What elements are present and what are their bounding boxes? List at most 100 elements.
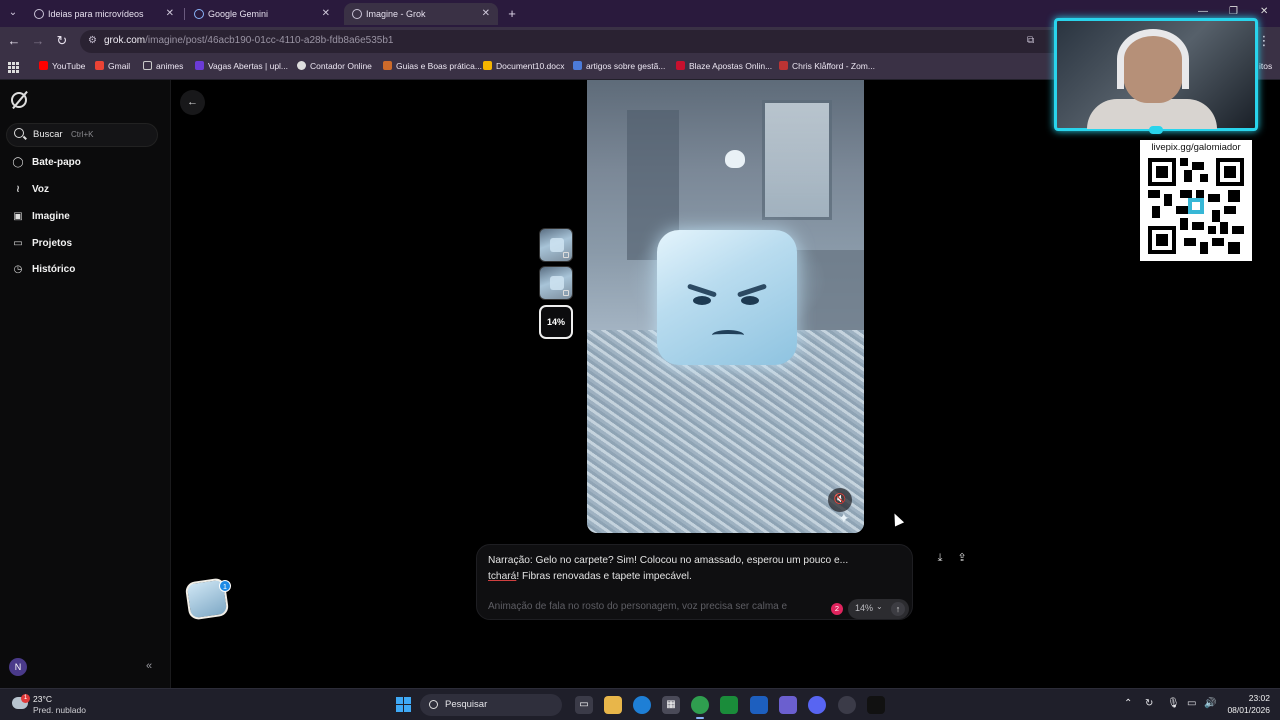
variant-thumbnail[interactable] [539, 266, 573, 300]
tab-search-chevron-icon[interactable]: ⌄ [4, 4, 22, 22]
sync-icon[interactable]: ↻ [1145, 698, 1153, 709]
weather-temperature[interactable]: 23°C [33, 694, 52, 704]
thumbnail-image [550, 238, 564, 252]
clock-time[interactable]: 23:02 [1240, 693, 1270, 703]
volume-icon[interactable]: 🔊 [1204, 698, 1216, 709]
qr-label: livepix.gg/galomiador [1151, 142, 1241, 153]
misspelled-word: tchará [488, 571, 517, 582]
globe-icon [34, 9, 44, 19]
bookmark-artigos[interactable]: artigos sobre gestã... [573, 61, 665, 71]
sidebar-item-label: Histórico [32, 264, 76, 275]
capcut-icon[interactable] [867, 696, 885, 714]
sidebar-search[interactable]: Buscar Ctrl+K [6, 123, 158, 147]
close-tab-icon[interactable]: ✕ [322, 3, 330, 25]
minimize-icon[interactable]: — [1198, 6, 1208, 17]
file-explorer-icon[interactable] [604, 696, 622, 714]
webcam-overlay [1054, 18, 1258, 134]
forward-arrow-icon[interactable]: → [30, 33, 46, 49]
windows-taskbar: 1 23°C Pred. nublado Pesquisar ▭ ▦ ⌃ ↻ 🎙… [0, 688, 1280, 720]
sidebar-item-label: Imagine [32, 211, 70, 222]
task-view-icon[interactable]: ▭ [575, 696, 593, 714]
gemini-icon [194, 9, 204, 19]
download-icon[interactable]: ⤓ [932, 550, 948, 566]
site-info-icon[interactable]: ⚙ [88, 35, 97, 46]
browser-menu-icon[interactable]: ⋮ [1256, 33, 1272, 49]
teams-icon[interactable] [779, 696, 797, 714]
qr-code-icon [1148, 158, 1244, 254]
bookmark-blaze[interactable]: Blaze Apostas Onlin... [676, 61, 772, 71]
store-icon[interactable]: ▦ [662, 696, 680, 714]
nvidia-icon[interactable] [720, 696, 738, 714]
bookmark-folder-animes[interactable]: animes [143, 61, 183, 71]
bookmark-chris[interactable]: Chris Klåfford - Zom... [779, 61, 875, 71]
app-sidebar: Buscar Ctrl+K ◯ Bate-papo ≀ Voz ▣ Imagin… [0, 80, 171, 688]
youtube-icon [39, 61, 48, 70]
generated-video-preview[interactable] [587, 80, 864, 533]
edge-icon[interactable] [633, 696, 651, 714]
variant-thumbnail[interactable] [539, 228, 573, 262]
collapse-sidebar-icon[interactable]: « [146, 660, 152, 672]
maximize-icon[interactable]: ❐ [1229, 6, 1238, 17]
donation-qr-card: livepix.gg/galomiador [1140, 140, 1252, 261]
gmail-icon [95, 61, 104, 70]
discord-icon[interactable] [808, 696, 826, 714]
image-icon: ▣ [13, 211, 23, 222]
tab-title: Ideias para microvídeos [48, 9, 144, 19]
new-tab-button[interactable]: + [504, 6, 520, 22]
folder-icon: ▭ [13, 238, 23, 249]
thumbnail-image [550, 276, 564, 290]
share-icon[interactable]: ⇪ [954, 550, 970, 566]
chrome-icon[interactable] [691, 696, 709, 719]
tab-title: Imagine - Grok [366, 9, 426, 19]
clock-date[interactable]: 08/01/2026 [1223, 705, 1270, 715]
mouse-cursor-icon [889, 511, 905, 527]
steam-icon[interactable] [838, 696, 856, 714]
windows-start-icon[interactable] [396, 697, 412, 713]
network-icon[interactable]: ▭ [1187, 698, 1196, 709]
bookmark-document[interactable]: Document10.docx [483, 61, 565, 71]
tab-separator [184, 8, 185, 20]
microphone-icon[interactable]: 🎙 [1167, 698, 1180, 709]
ice-cube-character [657, 230, 797, 365]
search-label: Buscar [33, 129, 63, 140]
taskbar-search[interactable]: Pesquisar [420, 694, 562, 716]
progress-pill[interactable]: 14% ⌄ ↑ [848, 599, 909, 619]
tab-grok-active[interactable]: Imagine - Grok ✕ [344, 3, 498, 25]
grok-logo-icon[interactable] [11, 92, 27, 108]
generating-progress-thumb[interactable]: 14% [539, 305, 573, 339]
tab-ideias[interactable]: Ideias para microvídeos ✕ [26, 3, 182, 25]
muted-speaker-icon[interactable]: 🔇 [828, 488, 852, 512]
tab-gemini[interactable]: Google Gemini ✕ [186, 3, 338, 25]
prompt-panel[interactable]: Narração: Gelo no carpete? Sim! Colocou … [476, 544, 913, 620]
close-tab-icon[interactable]: ✕ [166, 3, 174, 25]
bookmark-youtube[interactable]: YouTube [39, 61, 85, 71]
apps-grid-icon[interactable] [8, 62, 19, 73]
prompt-input[interactable]: Animação de fala no rosto do personagem,… [488, 601, 828, 612]
chevron-down-icon: ⌄ [876, 602, 883, 611]
globe-icon [297, 61, 306, 70]
install-app-icon[interactable]: ⧉ [1027, 35, 1034, 46]
bookmark-vagas[interactable]: Vagas Abertas | upl... [195, 61, 288, 71]
blaze-icon [676, 61, 685, 70]
sparkle-icon: ✦ [838, 510, 850, 526]
reload-icon[interactable]: ↻ [54, 33, 70, 49]
outlook-icon[interactable] [750, 696, 768, 714]
address-bar[interactable]: ⚙ grok.com/imagine/post/46acb190-01cc-41… [80, 30, 1090, 53]
weather-description[interactable]: Pred. nublado [33, 705, 86, 715]
overlay-accent [1149, 126, 1163, 134]
submit-arrow-icon[interactable]: ↑ [891, 602, 905, 616]
bookmark-guias[interactable]: Guias e Boas prática... [383, 61, 482, 71]
close-tab-icon[interactable]: ✕ [482, 3, 490, 25]
bookmark-overflow[interactable]: itos [1259, 61, 1272, 71]
back-button[interactable]: ← [180, 90, 205, 115]
weather-alert-badge: 1 [21, 694, 30, 703]
bookmark-gmail[interactable]: Gmail [95, 61, 130, 71]
left-eye [693, 296, 711, 305]
close-window-icon[interactable]: ✕ [1260, 6, 1268, 17]
bookmark-contador[interactable]: Contador Online [297, 61, 372, 71]
tray-overflow-icon[interactable]: ⌃ [1124, 698, 1132, 709]
back-arrow-icon[interactable]: ← [6, 33, 22, 49]
background-window [762, 100, 832, 220]
chat-bubble-icon: ◯ [12, 157, 24, 168]
user-avatar[interactable]: N [9, 658, 27, 676]
